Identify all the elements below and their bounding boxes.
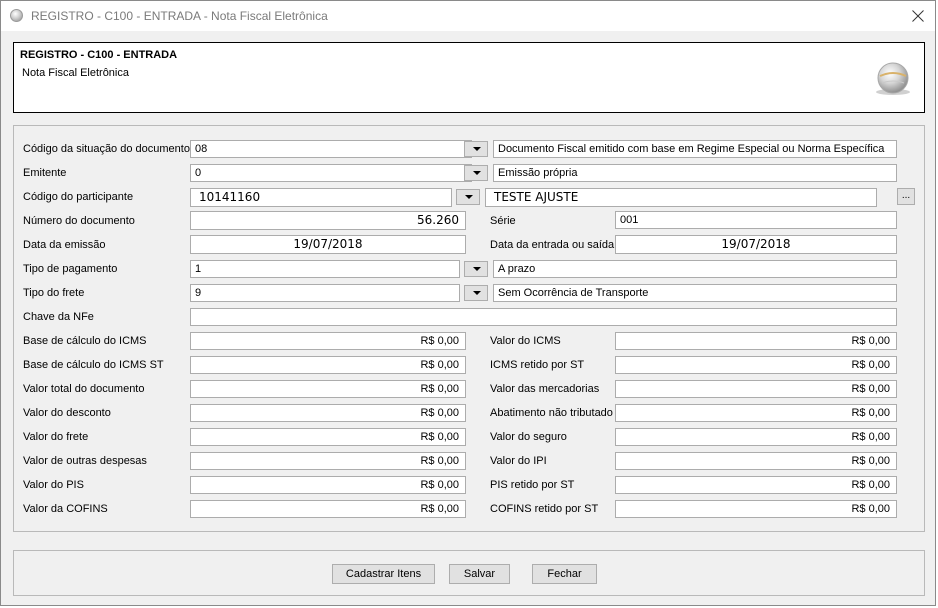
- situacao-dropdown-button[interactable]: [464, 141, 488, 157]
- serie-label: Série: [490, 215, 516, 227]
- value-right-field[interactable]: R$ 0,00: [615, 380, 897, 398]
- value-right-field[interactable]: R$ 0,00: [615, 500, 897, 518]
- header-title: REGISTRO - C100 - ENTRADA: [20, 49, 178, 61]
- cadastrar-itens-button[interactable]: Cadastrar Itens: [332, 564, 435, 584]
- title-bar[interactable]: REGISTRO - C100 - ENTRADA - Nota Fiscal …: [1, 1, 935, 31]
- value-right-field[interactable]: R$ 0,00: [615, 404, 897, 422]
- chave-label: Chave da NFe: [23, 311, 94, 323]
- emitente-dropdown-button[interactable]: [464, 165, 488, 181]
- value-left-label: Valor da COFINS: [23, 503, 108, 515]
- data-entrada-field[interactable]: 19/07/2018: [615, 235, 897, 254]
- frete-label: Tipo do frete: [23, 287, 85, 299]
- value-left-field[interactable]: R$ 0,00: [190, 476, 466, 494]
- situacao-description-field: Documento Fiscal emitido com base em Reg…: [493, 140, 897, 158]
- value-left-label: Base de cálculo do ICMS ST: [23, 359, 164, 371]
- serie-field[interactable]: 001: [615, 211, 897, 229]
- situacao-code-field[interactable]: 08: [190, 140, 472, 158]
- value-right-label: Abatimento não tributado: [490, 407, 613, 419]
- chevron-down-icon: [473, 171, 481, 175]
- value-right-field[interactable]: R$ 0,00: [615, 476, 897, 494]
- value-left-label: Valor do PIS: [23, 479, 84, 491]
- window-title: REGISTRO - C100 - ENTRADA - Nota Fiscal …: [31, 9, 328, 23]
- dialog-window: REGISTRO - C100 - ENTRADA - Nota Fiscal …: [0, 0, 936, 606]
- salvar-button[interactable]: Salvar: [449, 564, 510, 584]
- pagamento-dropdown-button[interactable]: [464, 261, 488, 277]
- value-left-field[interactable]: R$ 0,00: [190, 332, 466, 350]
- data-emissao-label: Data da emissão: [23, 239, 106, 251]
- close-button[interactable]: [901, 1, 935, 31]
- button-panel: Cadastrar Itens Salvar Fechar: [13, 550, 925, 596]
- header-subtitle: Nota Fiscal Eletrônica: [22, 67, 129, 79]
- value-left-field[interactable]: R$ 0,00: [190, 356, 466, 374]
- participante-description-field: TESTE AJUSTE: [485, 188, 877, 207]
- close-icon: [912, 10, 924, 22]
- emitente-label: Emitente: [23, 167, 67, 179]
- value-right-label: ICMS retido por ST: [490, 359, 585, 371]
- chevron-down-icon: [473, 291, 481, 295]
- value-right-field[interactable]: R$ 0,00: [615, 452, 897, 470]
- value-left-field[interactable]: R$ 0,00: [190, 380, 466, 398]
- value-right-label: Valor das mercadorias: [490, 383, 600, 395]
- participante-label: Código do participante: [23, 191, 134, 203]
- chevron-down-icon: [465, 195, 473, 199]
- emitente-description-field: Emissão própria: [493, 164, 897, 182]
- value-right-label: Valor do ICMS: [490, 335, 561, 347]
- pagamento-label: Tipo de pagamento: [23, 263, 118, 275]
- data-entrada-label: Data da entrada ou saída: [490, 239, 615, 251]
- value-left-field[interactable]: R$ 0,00: [190, 500, 466, 518]
- value-left-label: Valor do frete: [23, 431, 89, 443]
- pagamento-code-field[interactable]: 1: [190, 260, 460, 278]
- globe-logo-icon: [876, 62, 910, 95]
- fechar-button[interactable]: Fechar: [532, 564, 597, 584]
- value-left-label: Base de cálculo do ICMS: [23, 335, 147, 347]
- emitente-code-field[interactable]: 0: [190, 164, 472, 182]
- frete-description-field: Sem Ocorrência de Transporte: [493, 284, 897, 302]
- frete-code-field[interactable]: 9: [190, 284, 460, 302]
- participante-code-field[interactable]: 10141160: [190, 188, 452, 207]
- data-emissao-field[interactable]: 19/07/2018: [190, 235, 466, 254]
- value-left-field[interactable]: R$ 0,00: [190, 452, 466, 470]
- value-left-label: Valor total do documento: [23, 383, 145, 395]
- app-globe-icon: [10, 9, 23, 22]
- value-right-label: COFINS retido por ST: [490, 503, 599, 515]
- value-right-field[interactable]: R$ 0,00: [615, 428, 897, 446]
- value-right-label: Valor do seguro: [490, 431, 567, 443]
- value-right-field[interactable]: R$ 0,00: [615, 332, 897, 350]
- value-left-field[interactable]: R$ 0,00: [190, 404, 466, 422]
- chevron-down-icon: [473, 267, 481, 271]
- value-right-label: Valor do IPI: [490, 455, 547, 467]
- value-left-label: Valor de outras despesas: [23, 455, 147, 467]
- value-left-label: Valor do desconto: [23, 407, 111, 419]
- value-right-field[interactable]: R$ 0,00: [615, 356, 897, 374]
- numero-label: Número do documento: [23, 215, 135, 227]
- value-left-field[interactable]: R$ 0,00: [190, 428, 466, 446]
- header-panel: REGISTRO - C100 - ENTRADA Nota Fiscal El…: [13, 42, 925, 113]
- form-panel: Código da situação do documento 08 Docum…: [13, 125, 925, 532]
- numero-field[interactable]: 56.260: [190, 211, 466, 230]
- participante-dropdown-button[interactable]: [456, 189, 480, 205]
- situacao-label: Código da situação do documento: [23, 143, 190, 155]
- chevron-down-icon: [473, 147, 481, 151]
- pagamento-description-field: A prazo: [493, 260, 897, 278]
- chave-field[interactable]: [190, 308, 897, 326]
- value-right-label: PIS retido por ST: [490, 479, 575, 491]
- participante-lookup-button[interactable]: ...: [897, 188, 915, 205]
- frete-dropdown-button[interactable]: [464, 285, 488, 301]
